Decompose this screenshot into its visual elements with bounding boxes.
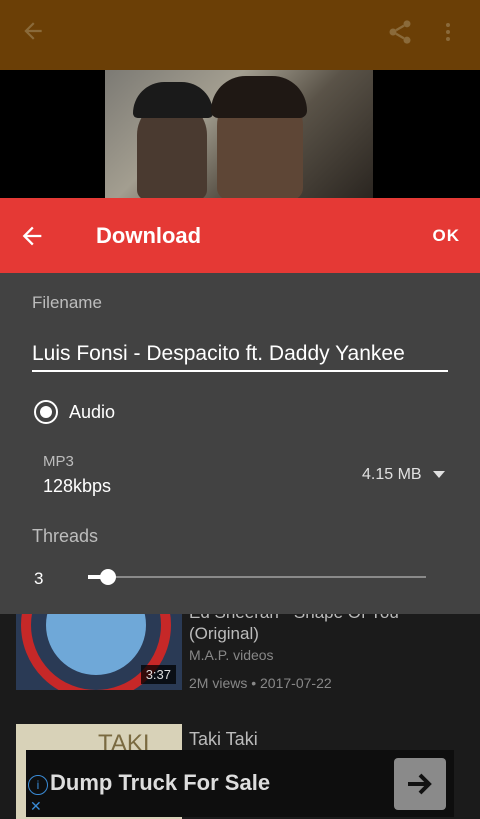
filename-input[interactable] bbox=[32, 338, 448, 372]
close-icon[interactable]: ✕ bbox=[30, 798, 42, 815]
info-icon[interactable]: i bbox=[28, 775, 48, 795]
filename-label: Filename bbox=[32, 293, 102, 312]
ad-arrow-button[interactable] bbox=[394, 758, 446, 810]
chevron-down-icon[interactable] bbox=[433, 471, 445, 478]
threads-label: Threads bbox=[32, 526, 99, 546]
list-item-meta: 2M views • 2017-07-22 bbox=[189, 675, 332, 691]
format-label: MP3 bbox=[43, 453, 74, 470]
video-thumbnail bbox=[105, 70, 373, 200]
file-size[interactable]: 4.15 MB bbox=[362, 466, 422, 484]
ok-button[interactable]: OK bbox=[433, 226, 461, 246]
list-item-channel: M.A.P. videos bbox=[189, 647, 274, 663]
more-vert-icon[interactable] bbox=[436, 18, 460, 51]
threads-slider-track[interactable] bbox=[88, 576, 426, 578]
audio-radio[interactable] bbox=[34, 400, 58, 424]
arrow-forward-icon bbox=[408, 773, 432, 795]
quality-label[interactable]: 128kbps bbox=[43, 476, 111, 497]
video-player[interactable] bbox=[0, 70, 480, 200]
arrow-back-icon[interactable] bbox=[20, 18, 46, 49]
ad-banner[interactable]: i ✕ Dump Truck For Sale bbox=[26, 750, 454, 817]
dialog-header: Download OK bbox=[0, 198, 480, 273]
list-item-title: Taki Taki bbox=[189, 729, 258, 749]
duration-badge: 3:37 bbox=[140, 665, 176, 684]
arrow-back-icon[interactable] bbox=[18, 222, 46, 255]
threads-slider-thumb[interactable] bbox=[100, 569, 117, 585]
download-dialog: Download OK Filename Audio MP3 128kbps 4… bbox=[0, 198, 480, 614]
app-bar bbox=[0, 0, 480, 70]
audio-radio-label[interactable]: Audio bbox=[69, 402, 115, 423]
share-icon[interactable] bbox=[386, 18, 414, 51]
dialog-title: Download bbox=[96, 223, 202, 248]
threads-value: 3 bbox=[34, 569, 44, 588]
ad-title: Dump Truck For Sale bbox=[50, 770, 271, 795]
